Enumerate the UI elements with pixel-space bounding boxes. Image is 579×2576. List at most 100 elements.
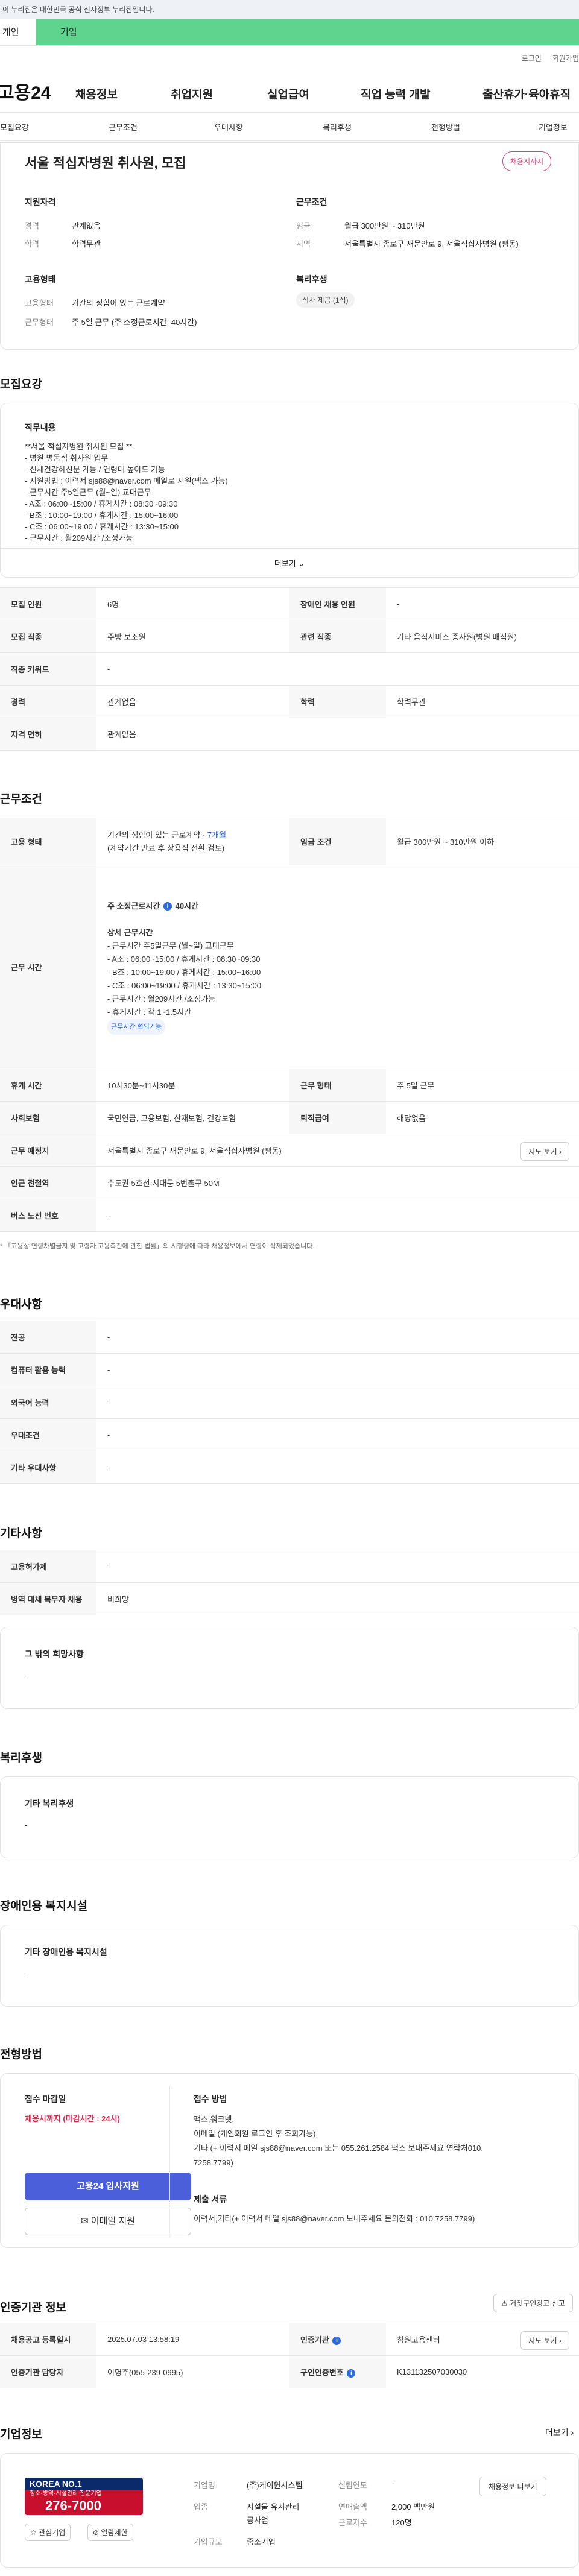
duty-content: **서울 적십자병원 취사원 모집 ** - 병원 병동식 취사원 업무 - 신… [25,441,228,544]
util-bar: 로그인 회원가입 [0,46,579,70]
user-type-tabs: 개인 기업 [0,19,579,46]
company-logo-sub: 청소·방역·시설관리 전문기업 [30,2490,102,2497]
work-label: 임금 조건 [290,818,386,865]
pref-label: 컴퓨터 활용 능력 [0,1353,96,1386]
work-label: 사회보험 [0,1101,96,1134]
company-section-title: 기업정보 [0,2428,42,2441]
work-label: 휴게 시간 [0,1069,96,1102]
anchor-pref[interactable]: 우대사항 [214,121,243,133]
cert-label-number: 구인인증번호 i [290,2355,386,2388]
hours-line: - C조 : 06:00~19:00 / 휴게시간 : 13:30~15:00 [107,980,261,990]
emptype-note: (계약기간 만료 후 상용직 전환 검토) [107,843,225,853]
work-emptype-cell: 기간의 정함이 있는 근로계약 · 7개월 (계약기간 만료 후 상용직 전환 … [96,818,290,865]
company-logo: KOREA NO.1 청소·방역·시설관리 전문기업 276-7000 [25,2478,143,2515]
bus-value: - [96,1199,579,1232]
career-value: 관계없음 [72,221,101,230]
apply-button[interactable]: 고용24 입사지원 [25,2173,191,2200]
info-icon[interactable]: i [163,902,172,911]
recruit-value: 기타 음식서비스 종사원(병원 배식원) [386,620,579,653]
email-apply-button[interactable]: ✉ 이메일 지원 [25,2208,191,2235]
agency-map-button[interactable]: 지도 보기 › [520,2331,569,2350]
recruit-value: 학력무관 [386,685,579,718]
hours-head-value: 40시간 [175,901,198,911]
anchor-welfare[interactable]: 복리후생 [323,121,352,133]
disability-box-title: 기타 장애인용 복지시설 [25,1947,107,1957]
emptype-value: 기간의 정함이 있는 근로계약 · [107,830,207,839]
pref-label: 기타 우대사항 [0,1451,96,1484]
anchor-process[interactable]: 전형방법 [431,121,460,133]
company-more-link[interactable]: 더보기 › [545,2426,574,2439]
gnb-leave[interactable]: 출산휴가·육아휴직 [482,86,571,102]
pref-label: 우대조건 [0,1418,96,1451]
login-link[interactable]: 로그인 [522,53,542,63]
cert-value: 이명주(055-239-0995) [96,2355,290,2388]
other-wishes-value: - [25,1671,28,1680]
hours-head-label: 주 소정근로시간 [107,901,160,911]
gnb-training[interactable]: 직업 능력 개발 [361,86,430,102]
company-logo-text: KOREA NO.1 [30,2479,82,2489]
hours-tag: 근무시간 협의가능 [107,1018,166,1035]
false-ad-report-button[interactable]: ⚠ 거짓구인광고 신고 [493,2294,573,2312]
other-wishes-card: 그 밖의 희망사항 - [0,1627,579,1709]
anchor-recruit[interactable]: 모집요강 [0,121,29,133]
recruit-label: 관련 직종 [290,620,386,653]
recruit-label: 자격 면허 [0,718,96,751]
signup-link[interactable]: 회원가입 [552,53,579,63]
gnb-support[interactable]: 취업지원 [171,86,213,102]
recruit-label: 직종 키워드 [0,652,96,686]
gnb-jobs[interactable]: 채용정보 [75,86,118,102]
edu-label: 학력 [25,239,39,248]
recruit-value: 관계없음 [96,718,579,751]
more-label: 더보기 [274,559,296,568]
tab-company[interactable]: 기업 [36,19,579,45]
worktype-value: 주 5일 근무 (주 소정근로시간: 40시간) [72,318,197,327]
gnb-benefit[interactable]: 실업급여 [267,86,309,102]
company-jobs-button[interactable]: 채용정보 더보기 [479,2477,546,2496]
false-ad-report-label: 거짓구인광고 신고 [510,2299,565,2308]
sales-label: 연매출액 [338,2502,367,2511]
info-icon[interactable]: i [347,2369,356,2378]
work-table: 고용 형태 기간의 정함이 있는 근로계약 · 7개월 (계약기간 만료 후 상… [0,818,579,1232]
hours-cell: 주 소정근로시간 i 40시간 상세 근무시간 - 근무시간 주5일근무 (월~… [96,865,579,1069]
year-value: - [391,2479,394,2488]
sev-value: 해당없음 [386,1101,579,1134]
work-section-title: 근무조건 [0,793,42,806]
industry-value-2: 공사업 [247,2516,268,2525]
gov-banner: 이 누리집은 대한민국 공식 전자정부 누리집입니다. [0,0,579,19]
edu-value: 학력무관 [72,239,101,248]
employees-label: 근로자수 [338,2518,367,2527]
restrict-view-button[interactable]: ⊘ 열람제한 [87,2524,133,2541]
hours-line: - A조 : 06:00~15:00 / 휴게시간 : 08:30~09:30 [107,954,261,964]
other-wishes-title: 그 밖의 희망사항 [25,1649,84,1659]
map-button[interactable]: 지도 보기 › [520,1142,569,1161]
method-line: 이메일 (개인회원 로그인 후 조회가능), [194,2129,318,2138]
hours-line: - B조 : 10:00~19:00 / 휴게시간 : 15:00~16:00 [107,967,261,977]
pref-value: - [96,1321,579,1354]
recruit-label: 모집 인원 [0,587,96,620]
tab-personal[interactable]: 개인 [0,19,36,45]
method-line: 7258.7799) [194,2158,233,2167]
disability-card: 기타 장애인용 복지시설 - [0,1925,579,2007]
hours-detail-title: 상세 근무시간 [107,927,153,937]
agency-map-label: 지도 보기 [528,2337,557,2345]
etc-value: 비희망 [96,1582,579,1615]
anchor-work[interactable]: 근무조건 [109,121,138,133]
cond-title: 근무조건 [296,197,327,207]
hours-line: - 근무시간 : 월209시간 /조정가능 [107,994,216,1003]
more-toggle[interactable]: 더보기 ⌄ [1,548,578,578]
chevron-right-icon: › [559,2337,562,2345]
cert-section-title: 인증기관 정보 [0,2302,67,2314]
hours-head: 주 소정근로시간 i 40시간 [107,900,568,913]
worktype-label: 근무형태 [25,318,54,327]
favorite-company-button[interactable]: ☆ 관심기업 [25,2524,71,2541]
company-card: KOREA NO.1 청소·방역·시설관리 전문기업 276-7000 ☆ 관심… [0,2453,579,2568]
pref-section-title: 우대사항 [0,1298,42,1311]
cert-value: 2025.07.03 13:58:19 [96,2323,290,2356]
recruit-value: - [386,587,579,620]
anchor-company[interactable]: 기업정보 [539,121,568,133]
agency-value: 창원고용센터 [397,2335,440,2344]
career-label: 경력 [25,221,39,230]
info-icon[interactable]: i [332,2336,341,2345]
duty-line: - 신체건강하신분 가능 / 연령대 높아도 가능 [25,465,165,474]
subway-value: 수도권 5호선 서대문 5번출구 50M [96,1166,579,1199]
